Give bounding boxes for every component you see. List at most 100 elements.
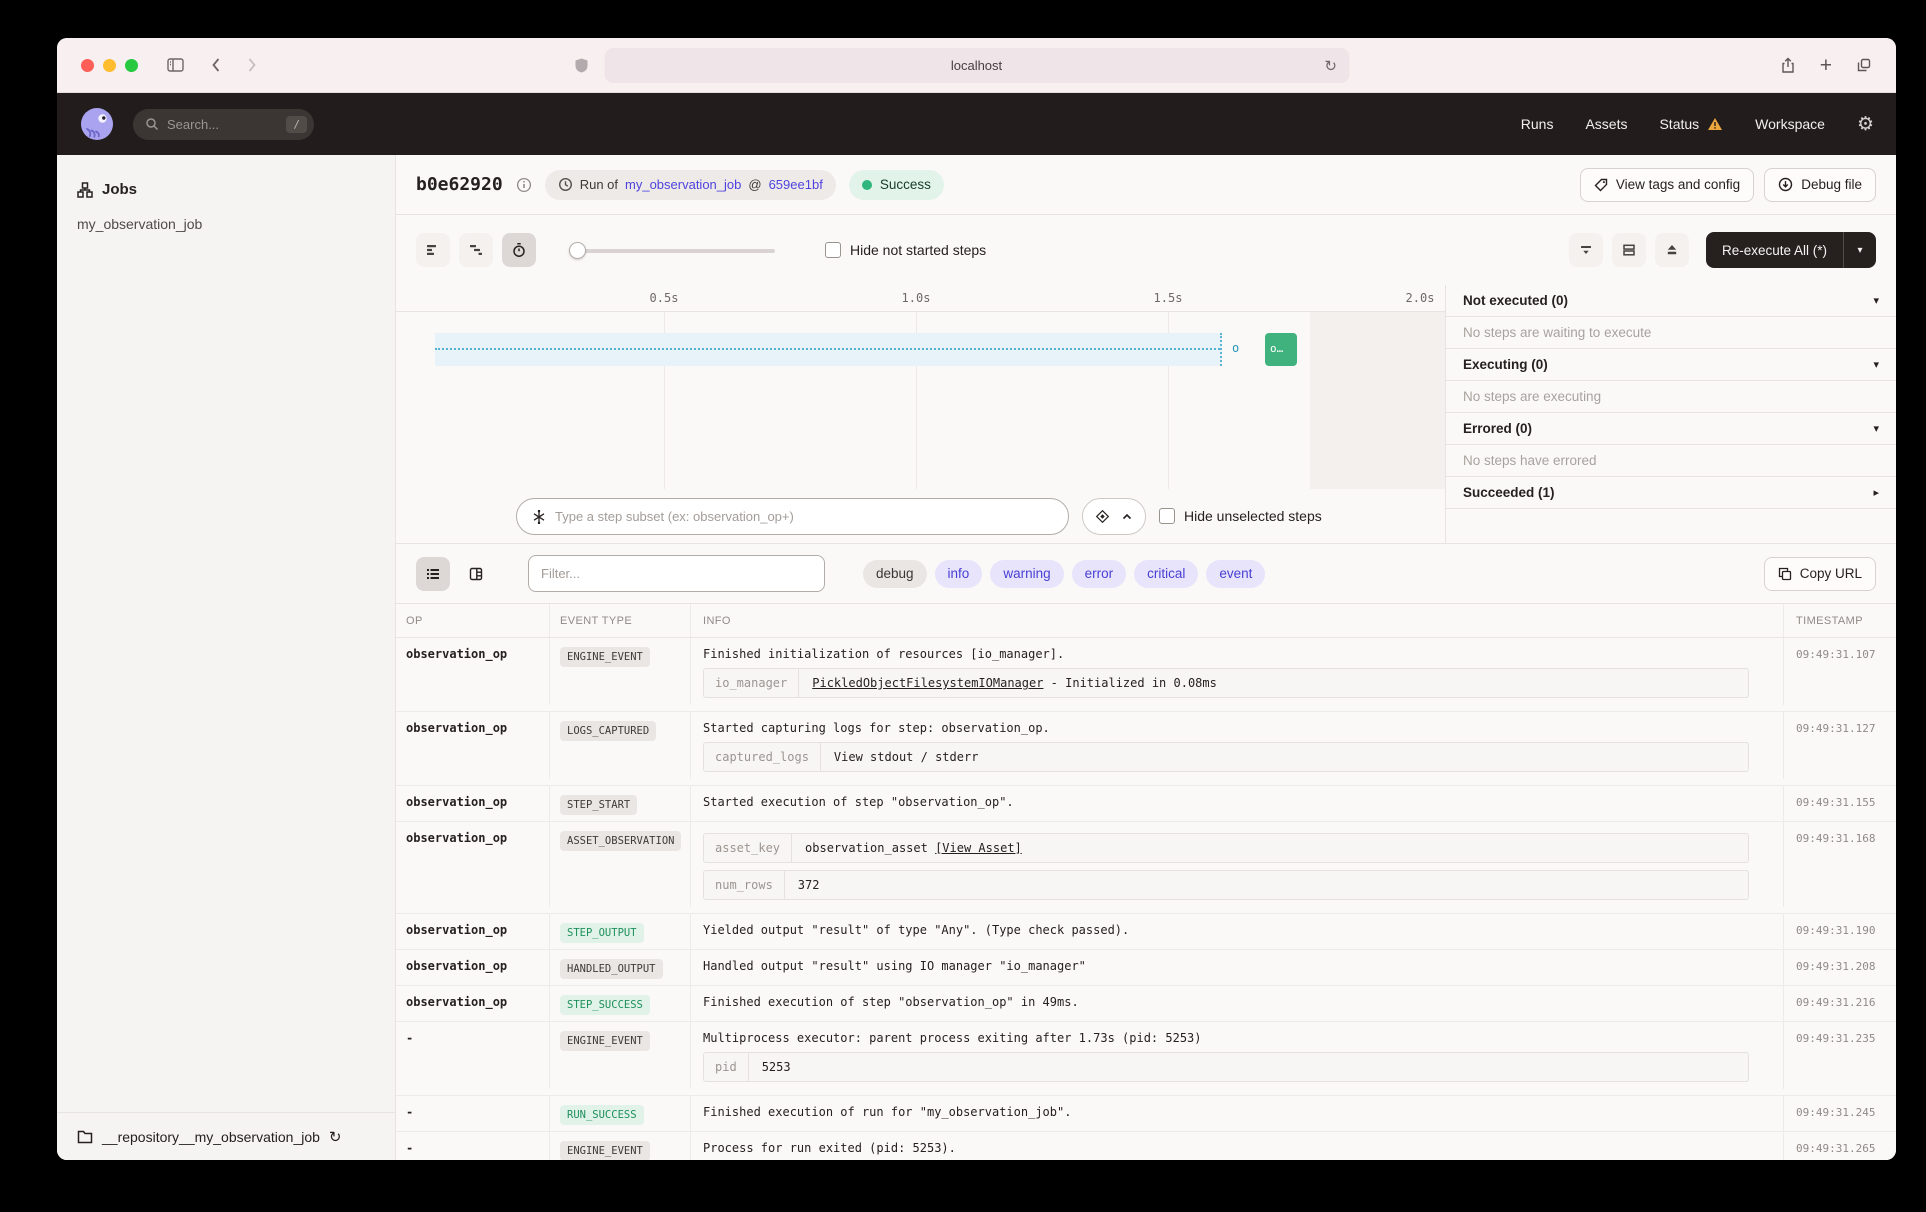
sidebar-item-job[interactable]: my_observation_job	[57, 210, 395, 238]
eject-button[interactable]	[1655, 233, 1689, 267]
debug-file-button[interactable]: Debug file	[1764, 168, 1876, 202]
filter-collapse-button[interactable]	[1569, 233, 1603, 267]
level-critical[interactable]: critical	[1134, 560, 1198, 588]
slider-knob[interactable]	[569, 242, 586, 259]
step-subset-row: Hide unselected steps	[396, 489, 1445, 543]
panel-section-not-executed[interactable]: Not executed (0) ▾	[1446, 285, 1896, 317]
refresh-icon[interactable]: ↻	[329, 1128, 342, 1146]
forward-icon[interactable]	[247, 57, 257, 73]
search-shortcut-key: /	[286, 116, 307, 133]
dagster-logo-icon[interactable]	[79, 106, 115, 142]
waterfall-view-button[interactable]	[459, 233, 493, 267]
log-row[interactable]: observation_op STEP_OUTPUT Yielded outpu…	[396, 914, 1896, 950]
tag-icon	[1594, 178, 1608, 192]
log-level-filters: debug info warning error critical event	[863, 560, 1265, 588]
log-filter-input[interactable]	[541, 566, 812, 581]
flat-view-button[interactable]	[416, 233, 450, 267]
back-icon[interactable]	[211, 57, 221, 73]
log-row[interactable]: - ENGINE_EVENT Process for run exited (p…	[396, 1132, 1896, 1160]
level-event[interactable]: event	[1206, 560, 1265, 588]
layers-icon	[1095, 509, 1110, 524]
nav-runs[interactable]: Runs	[1521, 116, 1554, 132]
event-metadata-box: asset_key observation_asset [View Asset]	[703, 833, 1749, 863]
nav-status[interactable]: Status	[1659, 116, 1723, 132]
checkbox-icon[interactable]	[1159, 508, 1175, 524]
gantt-run-span-bar	[435, 333, 1222, 366]
reexecute-all-button[interactable]: Re-execute All (*)	[1706, 232, 1843, 268]
gantt-step-box[interactable]: o…	[1265, 333, 1297, 366]
url-text: localhost	[951, 58, 1002, 73]
rows-view-button[interactable]	[1612, 233, 1646, 267]
search-icon	[145, 117, 159, 131]
tab-overview-icon[interactable]	[1856, 57, 1872, 73]
info-icon[interactable]	[516, 177, 532, 193]
event-log-table: OP EVENT TYPE INFO TIMESTAMP observation…	[396, 604, 1896, 1160]
sidebar-title: Jobs	[102, 181, 137, 198]
log-row[interactable]: - RUN_SUCCESS Finished execution of run …	[396, 1096, 1896, 1132]
zoom-window-button[interactable]	[125, 59, 138, 72]
new-tab-icon[interactable]: +	[1820, 55, 1832, 76]
view-tags-config-button[interactable]: View tags and config	[1580, 168, 1754, 202]
level-error[interactable]: error	[1072, 560, 1127, 588]
run-id: b0e62920	[416, 174, 503, 195]
event-type-chip: ENGINE_EVENT	[560, 1031, 650, 1051]
log-row[interactable]: - ENGINE_EVENT Multiprocess executor: pa…	[396, 1022, 1896, 1096]
download-circle-icon	[1778, 177, 1793, 192]
nav-workspace[interactable]: Workspace	[1755, 116, 1825, 132]
log-row[interactable]: observation_op ASSET_OBSERVATION asset_k…	[396, 822, 1896, 914]
close-window-button[interactable]	[81, 59, 94, 72]
event-metadata-box: io_manager PickledObjectFilesystemIOMana…	[703, 668, 1749, 698]
panel-section-succeeded[interactable]: Succeeded (1) ▸	[1446, 477, 1896, 509]
timed-view-button[interactable]	[502, 233, 536, 267]
privacy-shield-icon[interactable]	[574, 57, 588, 74]
level-info[interactable]: info	[935, 560, 983, 588]
reexecute-dropdown-caret[interactable]: ▾	[1843, 232, 1876, 268]
subset-apply-group[interactable]	[1082, 498, 1146, 535]
log-row[interactable]: observation_op LOGS_CAPTURED Started cap…	[396, 712, 1896, 786]
metadata-link[interactable]: PickledObjectFilesystemIOManager	[812, 676, 1043, 690]
level-warning[interactable]: warning	[990, 560, 1063, 588]
nav-assets[interactable]: Assets	[1585, 116, 1627, 132]
step-subset-input[interactable]	[555, 509, 1054, 524]
log-row[interactable]: observation_op ENGINE_EVENT Finished ini…	[396, 638, 1896, 712]
sidebar-toggle-icon[interactable]	[166, 57, 185, 73]
log-table-header: OP EVENT TYPE INFO TIMESTAMP	[396, 604, 1896, 638]
panel-section-executing[interactable]: Executing (0) ▾	[1446, 349, 1896, 381]
gantt-step-marker: o	[1232, 341, 1239, 355]
gantt-out-of-range-region	[1310, 312, 1445, 489]
log-row[interactable]: observation_op HANDLED_OUTPUT Handled ou…	[396, 950, 1896, 986]
log-list-view-button[interactable]	[416, 557, 450, 591]
reload-icon[interactable]: ↻	[1324, 57, 1337, 75]
event-type-chip: ENGINE_EVENT	[560, 1141, 650, 1160]
hide-unselected-checkbox[interactable]: Hide unselected steps	[1159, 508, 1322, 524]
event-type-chip: STEP_OUTPUT	[560, 923, 644, 943]
browser-chrome: localhost ↻ +	[57, 38, 1896, 93]
settings-gear-icon[interactable]: ⚙	[1857, 113, 1874, 135]
event-metadata-box: pid 5253	[703, 1052, 1749, 1082]
address-bar[interactable]: localhost ↻	[604, 48, 1349, 83]
repository-name: __repository__my_observation_job	[102, 1129, 320, 1145]
panel-section-errored[interactable]: Errored (0) ▾	[1446, 413, 1896, 445]
copy-url-button[interactable]: Copy URL	[1764, 557, 1876, 591]
checkbox-icon[interactable]	[825, 242, 841, 258]
hide-not-started-checkbox[interactable]: Hide not started steps	[825, 242, 986, 258]
commit-link[interactable]: 659ee1bf	[769, 177, 823, 192]
log-row[interactable]: observation_op STEP_START Started execut…	[396, 786, 1896, 822]
log-structured-view-button[interactable]	[459, 557, 493, 591]
minimize-window-button[interactable]	[103, 59, 116, 72]
global-search-input[interactable]: Search... /	[133, 109, 314, 140]
event-metadata-box: captured_logs View stdout / stderr	[703, 742, 1749, 772]
share-icon[interactable]	[1780, 57, 1796, 74]
caret-right-icon: ▸	[1873, 486, 1879, 499]
gantt-time-axis: 0.5s 1.0s 1.5s 2.0s	[396, 285, 1445, 312]
warning-icon	[1707, 117, 1723, 131]
view-asset-link[interactable]: [View Asset]	[935, 841, 1022, 855]
history-clock-icon	[558, 177, 573, 192]
step-status-panel: Not executed (0) ▾ No steps are waiting …	[1446, 285, 1896, 543]
search-placeholder: Search...	[167, 117, 278, 132]
level-debug[interactable]: debug	[863, 560, 927, 588]
gantt-zoom-slider[interactable]	[569, 242, 775, 259]
log-row[interactable]: observation_op STEP_SUCCESS Finished exe…	[396, 986, 1896, 1022]
folder-icon	[77, 1129, 93, 1144]
job-link[interactable]: my_observation_job	[625, 177, 741, 192]
